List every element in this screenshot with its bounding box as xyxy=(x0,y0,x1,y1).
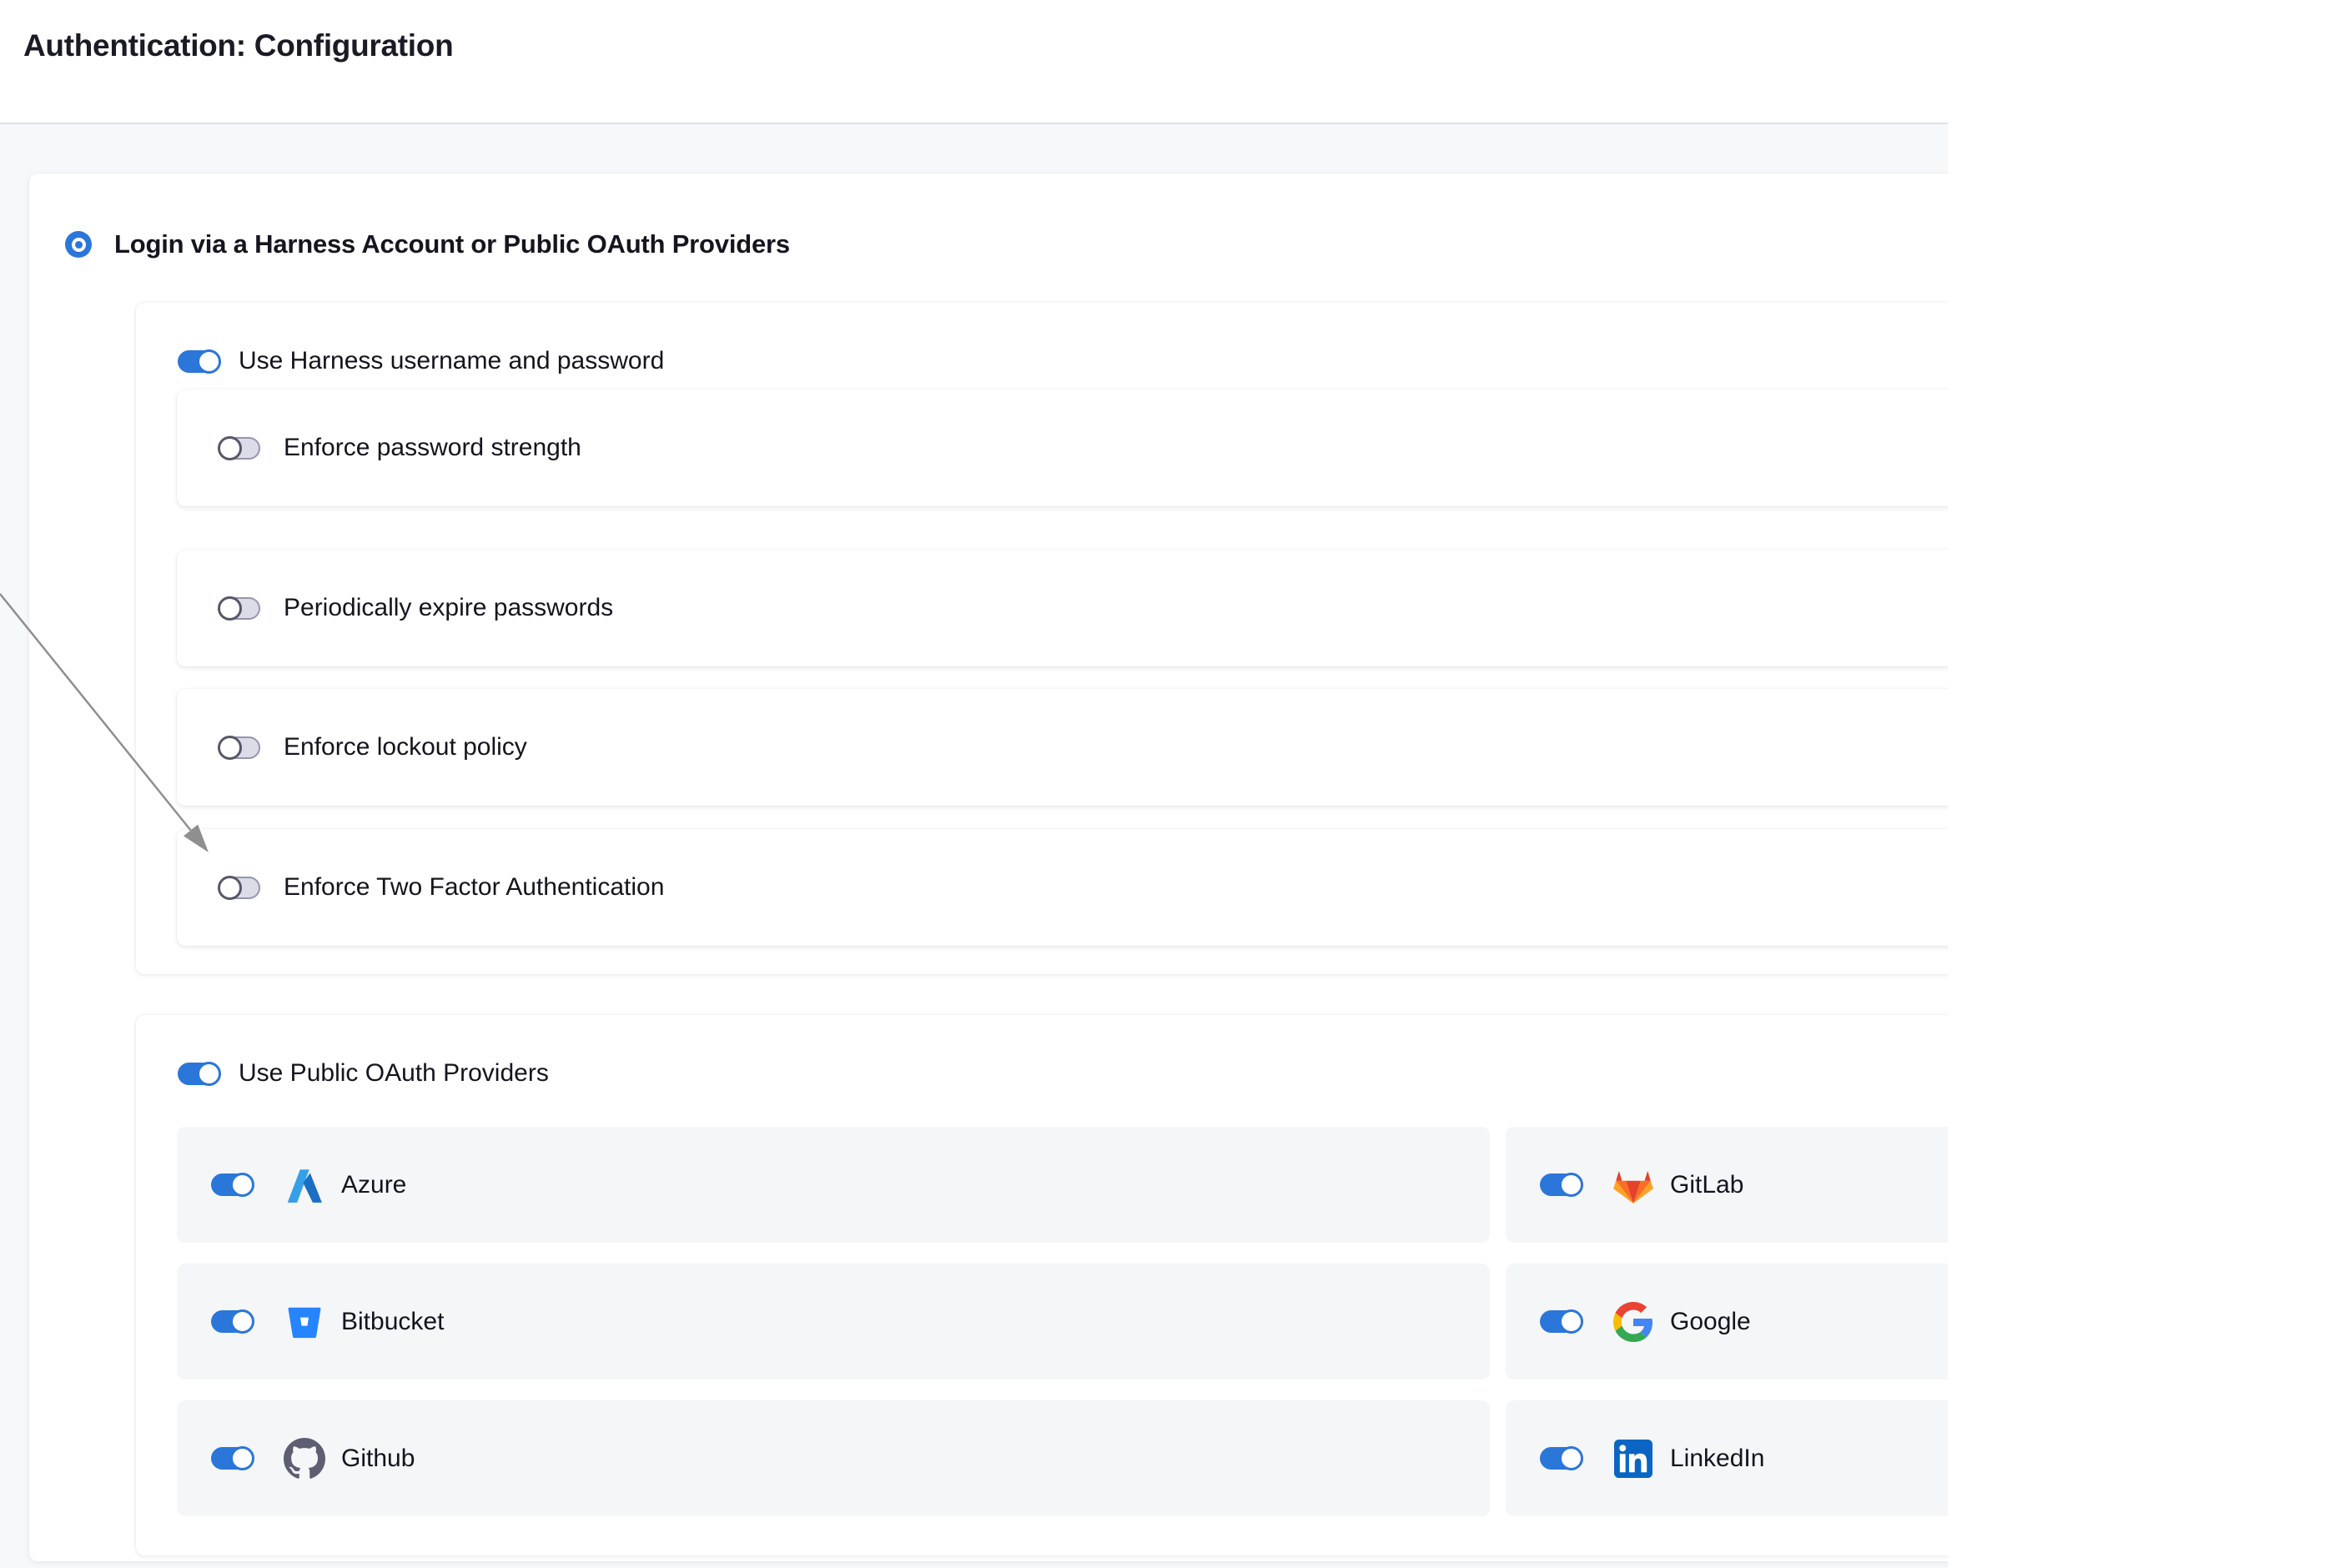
option-row-password-strength: Enforce password strength xyxy=(177,389,1948,506)
toggle-knob xyxy=(218,876,242,900)
expire-passwords-label: Periodically expire passwords xyxy=(284,594,613,622)
radio-inner-ring xyxy=(72,238,86,252)
two-factor-auth-toggle[interactable] xyxy=(219,877,260,899)
provider-tile-linkedin: LinkedIn xyxy=(1506,1400,1948,1516)
toggle-knob xyxy=(197,1062,221,1086)
content-panel: Login via a Harness Account or Public OA… xyxy=(0,124,1948,1568)
auth-configuration-page: Authentication: Configuration Login via … xyxy=(0,0,1948,1568)
gitlab-toggle[interactable] xyxy=(1540,1173,1582,1196)
bitbucket-toggle[interactable] xyxy=(211,1310,253,1333)
azure-toggle[interactable] xyxy=(211,1173,253,1196)
option-row-lockout-policy: Enforce lockout policy xyxy=(177,689,1948,806)
password-strength-label: Enforce password strength xyxy=(284,434,581,462)
toggle-knob xyxy=(1559,1446,1583,1470)
password-strength-toggle[interactable] xyxy=(219,437,260,460)
expire-passwords-toggle[interactable] xyxy=(219,597,260,620)
toggle-knob xyxy=(1559,1173,1583,1197)
provider-label: Bitbucket xyxy=(341,1308,444,1336)
bitbucket-icon xyxy=(283,1300,326,1344)
page-title: Authentication: Configuration xyxy=(23,28,453,63)
option-row-expire-passwords: Periodically expire passwords xyxy=(177,550,1948,666)
use-harness-username-password-label: Use Harness username and password xyxy=(239,347,664,375)
toggle-knob xyxy=(230,1446,254,1470)
option-row-two-factor-auth: Enforce Two Factor Authentication xyxy=(177,829,1948,946)
lockout-policy-label: Enforce lockout policy xyxy=(284,733,527,761)
gitlab-icon xyxy=(1612,1163,1655,1207)
github-icon xyxy=(283,1437,326,1480)
use-harness-username-password-toggle[interactable] xyxy=(178,350,219,373)
provider-tile-gitlab: GitLab xyxy=(1506,1127,1948,1243)
linkedin-toggle[interactable] xyxy=(1540,1447,1582,1470)
provider-tile-bitbucket: Bitbucket xyxy=(177,1264,1490,1380)
provider-label: Github xyxy=(341,1445,415,1473)
provider-label: LinkedIn xyxy=(1670,1445,1764,1473)
two-factor-auth-label: Enforce Two Factor Authentication xyxy=(284,873,664,902)
toggle-knob xyxy=(218,436,242,460)
provider-tile-github: Github xyxy=(177,1400,1490,1516)
use-public-oauth-toggle[interactable] xyxy=(178,1063,219,1085)
toggle-knob xyxy=(230,1309,254,1334)
toggle-knob xyxy=(218,596,242,621)
provider-tile-azure: Azure xyxy=(177,1127,1490,1243)
google-icon xyxy=(1612,1300,1655,1344)
login-method-card: Login via a Harness Account or Public OA… xyxy=(29,173,1948,1561)
toggle-knob xyxy=(230,1173,254,1197)
provider-tiles-grid: Azure xyxy=(177,1127,1948,1516)
google-toggle[interactable] xyxy=(1540,1310,1582,1333)
use-public-oauth-label: Use Public OAuth Providers xyxy=(239,1059,549,1088)
provider-tile-google: Google xyxy=(1506,1264,1948,1380)
toggle-knob xyxy=(1559,1309,1583,1334)
provider-label: Azure xyxy=(341,1171,406,1199)
toggle-knob xyxy=(218,736,242,760)
linkedin-icon xyxy=(1612,1437,1655,1480)
use-harness-username-password-row: Use Harness username and password xyxy=(178,339,664,384)
github-toggle[interactable] xyxy=(211,1447,253,1470)
provider-label: GitLab xyxy=(1670,1171,1743,1199)
radio-dot xyxy=(75,241,83,249)
radio-row-harness-oauth: Login via a Harness Account or Public OA… xyxy=(65,229,790,259)
use-public-oauth-row: Use Public OAuth Providers xyxy=(178,1051,549,1096)
azure-icon xyxy=(283,1163,326,1207)
radio-selected-icon[interactable] xyxy=(65,231,92,258)
toggle-knob xyxy=(197,349,221,374)
oauth-providers-group: Use Public OAuth Providers Azure xyxy=(136,1015,1948,1555)
radio-label: Login via a Harness Account or Public OA… xyxy=(114,229,790,259)
lockout-policy-toggle[interactable] xyxy=(219,736,260,759)
username-password-group: Use Harness username and password Enforc… xyxy=(136,303,1948,974)
provider-label: Google xyxy=(1670,1308,1751,1336)
